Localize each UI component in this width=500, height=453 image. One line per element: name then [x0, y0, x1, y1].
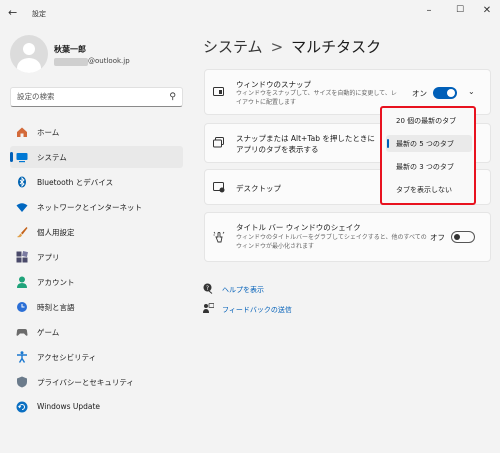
sidebar-item-bluetooth[interactable]: Bluetooth とデバイス	[10, 171, 183, 193]
bluetooth-icon	[16, 176, 28, 188]
apps-icon	[16, 251, 28, 263]
snap-window-icon	[213, 87, 224, 99]
dropdown-option-label: 最新の 3 つのタブ	[396, 163, 454, 171]
search-icon[interactable]: ⚲	[169, 92, 176, 102]
snap-toggle[interactable]	[433, 87, 457, 99]
sidebar-item-label: アプリ	[37, 253, 60, 262]
sidebar-item-label: 時刻と言語	[37, 303, 75, 312]
title-bar: ← 設定 – ☐ ✕	[0, 0, 500, 26]
alt-tab-title-line2: アプリのタブを表示する	[236, 145, 319, 154]
shield-icon	[16, 376, 28, 388]
help-link[interactable]: ヘルプを表示	[222, 285, 264, 295]
sidebar-item-network[interactable]: ネットワークとインターネット	[10, 196, 183, 218]
breadcrumb-system[interactable]: システム	[203, 38, 263, 56]
gaming-icon	[16, 326, 28, 338]
app-title: 設定	[32, 10, 46, 18]
window-shake-icon	[213, 231, 225, 246]
back-arrow-icon[interactable]: ←	[8, 6, 17, 19]
alt-tab-title-line1: スナップまたは Alt+Tab を押したときに	[236, 134, 375, 143]
sidebar-item-label: アクセシビリティ	[37, 353, 97, 362]
snap-state-label: オン	[412, 89, 427, 98]
search-box[interactable]: ⚲	[10, 87, 183, 107]
svg-text:?: ?	[206, 285, 209, 292]
window-shake-desc-line1: ウィンドウのタイトルバーをグラブしてシェイクすると、他のすべての	[236, 234, 427, 241]
dropdown-option[interactable]: 20 個の最新のタブ	[386, 112, 472, 129]
desktops-icon	[213, 182, 225, 196]
sidebar-item-gaming[interactable]: ゲーム	[10, 321, 183, 343]
dropdown-option[interactable]: 最新の 3 つのタブ	[386, 158, 472, 175]
chevron-down-icon[interactable]: ⌄	[468, 87, 475, 96]
window-shake-desc-line2: ウィンドウが最小化されます	[236, 243, 315, 250]
snap-desc-line2: イアウトに配置します	[236, 99, 297, 106]
update-icon	[16, 401, 28, 413]
system-icon	[16, 151, 28, 163]
avatar[interactable]	[10, 35, 48, 73]
dropdown-option-label: 20 個の最新のタブ	[396, 117, 457, 125]
feedback-link[interactable]: フィードバックの送信	[222, 305, 292, 315]
close-icon[interactable]: ✕	[480, 5, 494, 16]
sidebar-item-label: Windows Update	[37, 402, 101, 411]
chevron-right-icon: >	[270, 38, 284, 56]
accessibility-icon	[16, 351, 28, 363]
sidebar-item-accounts[interactable]: アカウント	[10, 271, 183, 293]
dropdown-option-label: タブを表示しない	[396, 186, 452, 194]
account-icon	[16, 276, 28, 288]
sidebar-item-apps[interactable]: アプリ	[10, 246, 183, 268]
sidebar-item-label: プライバシーとセキュリティ	[37, 378, 134, 387]
brush-icon	[16, 226, 28, 238]
sidebar-item-label: ホーム	[37, 128, 60, 137]
help-icon: ?	[203, 283, 214, 297]
network-icon	[16, 201, 28, 213]
sidebar-item-home[interactable]: ホーム	[10, 121, 183, 143]
tab-count-dropdown[interactable]: 20 個の最新のタブ 最新の 5 つのタブ 最新の 3 つのタブ タブを表示しな…	[380, 106, 476, 205]
user-email-redacted	[54, 58, 88, 66]
search-input[interactable]	[17, 92, 167, 101]
window-shake-title: タイトル バー ウィンドウのシェイク	[236, 223, 361, 232]
sidebar-item-time-language[interactable]: 時刻と言語	[10, 296, 183, 318]
maximize-icon[interactable]: ☐	[453, 5, 467, 15]
sidebar-item-label: ネットワークとインターネット	[37, 203, 142, 212]
sidebar-item-privacy[interactable]: プライバシーとセキュリティ	[10, 371, 183, 393]
window-shake-state-label: オフ	[430, 233, 445, 242]
sidebar-item-label: Bluetooth とデバイス	[37, 178, 114, 187]
dropdown-option-selected[interactable]: 最新の 5 つのタブ	[386, 135, 472, 152]
sidebar-item-label: ゲーム	[37, 328, 60, 337]
user-name: 秋葉一郎	[54, 45, 86, 54]
window-shake-toggle[interactable]	[451, 231, 475, 243]
alt-tab-icon	[213, 137, 224, 151]
dropdown-option-label: 最新の 5 つのタブ	[396, 140, 454, 148]
sidebar-item-label: システム	[37, 153, 67, 162]
snap-desc-line1: ウィンドウをスナップして、サイズを自動的に変更して、レ	[236, 90, 397, 97]
home-icon	[16, 126, 28, 138]
desktops-title: デスクトップ	[236, 184, 281, 193]
sidebar-item-system[interactable]: システム	[10, 146, 183, 168]
sidebar-item-personalization[interactable]: 個人用設定	[10, 221, 183, 243]
minimize-icon[interactable]: –	[422, 5, 436, 16]
breadcrumb-current: マルチタスク	[291, 38, 382, 56]
snap-title: ウィンドウのスナップ	[236, 80, 311, 89]
sidebar-item-windows-update[interactable]: Windows Update	[10, 396, 183, 418]
window-shake-card[interactable]: タイトル バー ウィンドウのシェイク ウィンドウのタイトルバーをグラブしてシェイ…	[204, 212, 491, 262]
feedback-icon	[203, 303, 215, 317]
dropdown-option[interactable]: タブを表示しない	[386, 181, 472, 198]
sidebar-item-label: 個人用設定	[37, 228, 75, 237]
sidebar-item-accessibility[interactable]: アクセシビリティ	[10, 346, 183, 368]
page-title: システム > マルチタスク	[203, 36, 381, 57]
user-email: @outlook.jp	[88, 57, 130, 65]
time-language-icon	[16, 301, 28, 313]
sidebar-item-label: アカウント	[37, 278, 75, 287]
